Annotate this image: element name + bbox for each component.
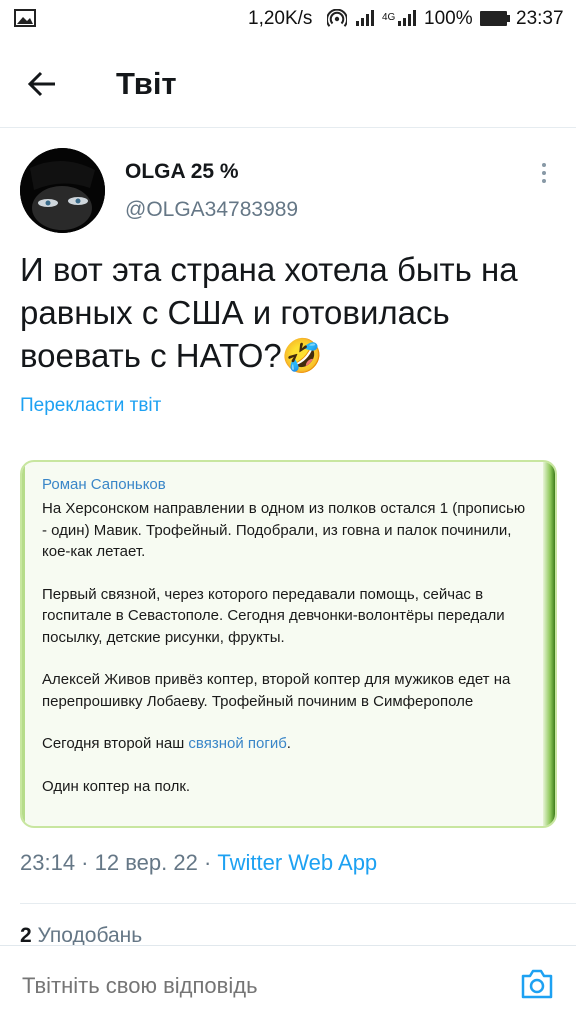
status-bar: 1,20K/s 4G 100% 23:37 (0, 0, 576, 38)
signal-icon (356, 10, 374, 26)
network-speed: 1,20K/s (248, 8, 313, 29)
tweet-text: И вот эта страна хотела быть на равных с… (20, 251, 518, 374)
hotspot-icon (327, 9, 347, 27)
battery-icon (480, 11, 510, 26)
tweet-media-image[interactable]: Роман Сапоньков На Херсонском направлени… (20, 460, 557, 828)
tweet-source-link[interactable]: Twitter Web App (217, 850, 377, 875)
more-vertical-icon (542, 163, 546, 167)
camera-button[interactable] (520, 968, 554, 1000)
author-handle[interactable]: @OLGA34783989 (125, 198, 298, 222)
network-type: 4G (382, 12, 396, 23)
avatar[interactable] (20, 148, 105, 233)
image-icon (14, 9, 36, 27)
avatar-image (20, 148, 105, 233)
clock: 23:37 (516, 8, 564, 29)
more-options-button[interactable] (534, 160, 554, 186)
top-app-bar: Твіт (0, 38, 576, 128)
image-paragraph: На Херсонском направлении в одном из пол… (42, 500, 526, 560)
back-button[interactable] (20, 62, 64, 106)
back-arrow-icon (27, 71, 55, 97)
image-paragraph: Первый связной, через которого передавал… (42, 585, 505, 646)
tweet-timestamp: 23:14 · 12 вер. 22 · Twitter Web App (20, 850, 378, 875)
reply-input[interactable] (22, 973, 462, 999)
image-paragraph: Сегодня второй наш связной погиб. (42, 735, 291, 752)
translate-tweet-link[interactable]: Перекласти твіт (20, 395, 161, 417)
page-title: Твіт (116, 66, 177, 101)
author-name[interactable]: OLGA 25 % (125, 160, 239, 184)
divider (20, 903, 576, 904)
image-paragraph: Один коптер на полк. (42, 777, 191, 795)
image-message-body: На Херсонском направлении в одном из пол… (42, 498, 532, 818)
signal-icon (398, 10, 416, 26)
camera-icon (521, 969, 553, 999)
likes-count[interactable]: 2 Уподобань (20, 924, 142, 946)
reply-bar (0, 945, 576, 1024)
image-paragraph: Алексей Живов привёз коптер, второй копт… (42, 671, 511, 710)
image-message-author: Роман Сапоньков (42, 476, 166, 493)
image-inline-link: связной погиб (188, 735, 287, 752)
battery-percent: 100% (424, 8, 473, 29)
